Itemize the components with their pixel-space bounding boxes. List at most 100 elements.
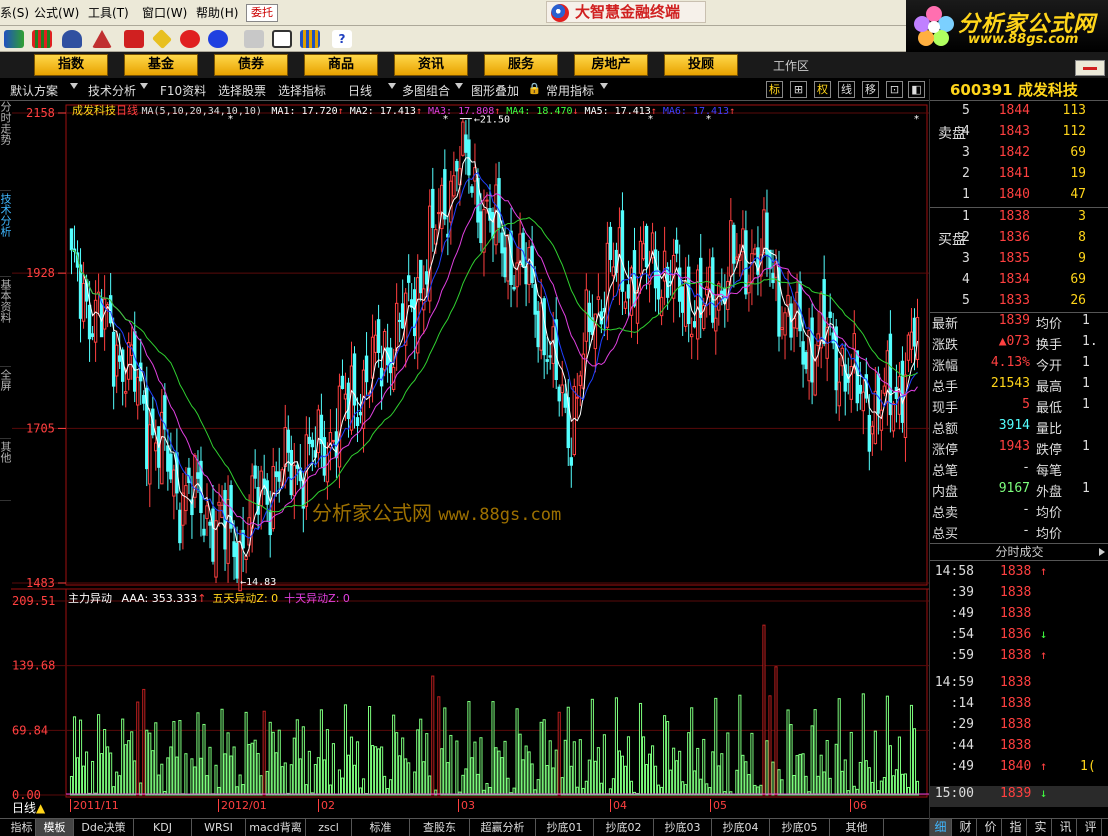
- fullscreen-button[interactable]: ⊡: [886, 81, 903, 98]
- panel-tab[interactable]: 财: [955, 819, 977, 836]
- tech-chevron-icon[interactable]: [140, 83, 148, 89]
- bid-row[interactable]: 4 1834 69: [930, 272, 1108, 293]
- nav-tab-index[interactable]: 指数: [34, 54, 108, 76]
- scheme-chevron-icon[interactable]: [70, 83, 78, 89]
- alarm-icon[interactable]: [92, 30, 112, 48]
- nav-tab-bond[interactable]: 债券: [214, 54, 288, 76]
- info-icon[interactable]: [208, 30, 228, 48]
- period-chevron-icon[interactable]: [388, 83, 396, 89]
- panel-tab[interactable]: 实: [1030, 819, 1052, 836]
- grid-button[interactable]: ⊞: [790, 81, 807, 98]
- line-button[interactable]: 线: [838, 81, 855, 98]
- panel-toggle-button[interactable]: ◧: [908, 81, 925, 98]
- indicator-tab[interactable]: WRSI: [192, 819, 246, 836]
- tick-tab[interactable]: 分时成交: [930, 543, 1108, 561]
- select-stock-button[interactable]: 选择股票: [218, 82, 266, 99]
- workarea-label[interactable]: 工作区: [773, 57, 809, 74]
- binoculars-icon[interactable]: [62, 30, 82, 48]
- indicator-tab[interactable]: zscl: [306, 819, 352, 836]
- menu-tools[interactable]: 工具(T): [88, 4, 129, 21]
- left-tab-tech[interactable]: 技术分析: [0, 193, 12, 277]
- tech-analysis-dropdown[interactable]: 技术分析: [88, 82, 136, 99]
- common-chevron-icon[interactable]: [600, 83, 608, 89]
- candle-body: [900, 360, 905, 423]
- indicator-bar: [702, 738, 706, 796]
- candle-body: [211, 508, 215, 562]
- panel-tab[interactable]: 指: [1005, 819, 1027, 836]
- sell-side-label: 卖盘: [938, 126, 966, 142]
- rights-button[interactable]: 权: [814, 81, 831, 98]
- indicator-tab[interactable]: 其他: [830, 819, 884, 836]
- menu-window[interactable]: 窗口(W): [142, 4, 187, 21]
- move-button[interactable]: 移: [862, 81, 879, 98]
- indicator-tab[interactable]: 模板: [36, 819, 74, 836]
- order-button[interactable]: 委托: [246, 4, 278, 22]
- quote-icon[interactable]: [4, 30, 24, 48]
- indicator-tab[interactable]: 抄底02: [594, 819, 654, 836]
- indicator-tab[interactable]: 抄底05: [770, 819, 830, 836]
- indicator-legend: 主力异动 AAA: 353.333↑ 五天异动Z: 0 十天异动Z: 0: [68, 590, 350, 606]
- indicator-tab[interactable]: Dde决策: [74, 819, 134, 836]
- nav-tab-realestate[interactable]: 房地产: [574, 54, 648, 76]
- help-icon[interactable]: ?: [332, 30, 352, 48]
- panel-tab[interactable]: 价: [980, 819, 1002, 836]
- indicator-tab[interactable]: 抄底04: [712, 819, 770, 836]
- window-icon[interactable]: [272, 30, 292, 48]
- common-indicator-dropdown[interactable]: 常用指标: [546, 82, 594, 99]
- period-badge[interactable]: 日线▲: [12, 799, 45, 816]
- left-tab-intraday[interactable]: 分时走势: [0, 101, 12, 191]
- f10-icon[interactable]: [180, 30, 200, 48]
- panel-tab[interactable]: 评: [1080, 819, 1102, 836]
- f10-button[interactable]: F10资料: [160, 82, 206, 99]
- ask-row[interactable]: 2 1841 19: [930, 166, 1108, 187]
- scheme-dropdown[interactable]: 默认方案: [10, 82, 58, 99]
- bid-row[interactable]: 3 1835 9: [930, 251, 1108, 272]
- panel-tab[interactable]: 讯: [1055, 819, 1077, 836]
- ask-row[interactable]: 1 1840 47: [930, 187, 1108, 208]
- nav-tab-service[interactable]: 服务: [484, 54, 558, 76]
- multi-chevron-icon[interactable]: [455, 83, 463, 89]
- multi-chart-dropdown[interactable]: 多图组合: [402, 82, 450, 99]
- select-indicator-button[interactable]: 选择指标: [278, 82, 326, 99]
- nav-tab-commodity[interactable]: 商品: [304, 54, 378, 76]
- bid-row[interactable]: 5 1833 26: [930, 293, 1108, 314]
- indicator-tab[interactable]: KDJ: [134, 819, 192, 836]
- indicator-value-2: 五天异动Z: 0: [212, 592, 279, 605]
- books-icon[interactable]: [300, 30, 320, 48]
- lock-icon[interactable]: 🔒: [526, 81, 543, 98]
- indicator-tab[interactable]: 抄底01: [536, 819, 594, 836]
- nav-tab-fund[interactable]: 基金: [124, 54, 198, 76]
- indicator-tab[interactable]: 查股东: [410, 819, 470, 836]
- menu-formula[interactable]: 公式(W): [34, 4, 79, 21]
- ask-row[interactable]: 3 1842 69: [930, 145, 1108, 166]
- bid-row[interactable]: 1 1838 3: [930, 209, 1108, 230]
- indicator-bar: [792, 774, 796, 796]
- left-tab-other[interactable]: 其他: [0, 441, 12, 501]
- indicator-tab[interactable]: 指标: [8, 819, 36, 836]
- ask-row[interactable]: 5 1844 113: [930, 103, 1108, 124]
- menu-system[interactable]: 系(S): [0, 4, 29, 21]
- diamond-icon[interactable]: [151, 28, 173, 50]
- mark-button[interactable]: 标: [766, 81, 783, 98]
- tick-expand-icon[interactable]: [1099, 548, 1105, 556]
- indicator-bar: [885, 695, 889, 796]
- indicator-tab[interactable]: macd背离: [246, 819, 306, 836]
- menu-help[interactable]: 帮助(H): [196, 4, 238, 21]
- indicator-tab[interactable]: 标准: [352, 819, 410, 836]
- nav-tab-advisor[interactable]: 投顾: [664, 54, 738, 76]
- chart-canvas[interactable]: 2158192817051483209.51139.6869.840.00←21…: [0, 101, 929, 818]
- nav-tab-news[interactable]: 资讯: [394, 54, 468, 76]
- panel-tab[interactable]: 细: [930, 819, 952, 836]
- period-dropdown[interactable]: 日线: [348, 82, 372, 99]
- print-icon[interactable]: [244, 30, 264, 48]
- left-tab-basic[interactable]: 基本资料: [0, 279, 12, 367]
- kline-chart[interactable]: 2158 1928 1705 1483 209.51 139.68 69.84 0.00 ←21…: [0, 101, 929, 818]
- left-tab-fullscreen[interactable]: 全屏: [0, 369, 12, 439]
- bars-icon[interactable]: [32, 30, 52, 48]
- overlay-button[interactable]: 图形叠加: [471, 82, 519, 99]
- indicator-tab[interactable]: 超赢分析: [470, 819, 536, 836]
- minimize-icon[interactable]: [1075, 60, 1105, 76]
- chart-icon[interactable]: [124, 30, 144, 48]
- candle-body: [259, 470, 263, 507]
- indicator-tab[interactable]: 抄底03: [654, 819, 712, 836]
